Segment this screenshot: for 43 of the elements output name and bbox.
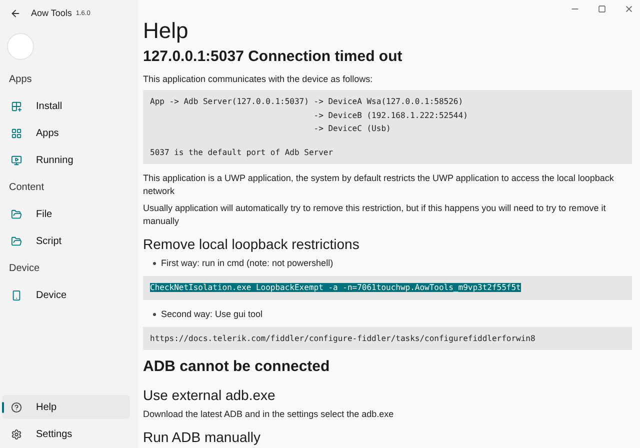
grid-plus-icon (11, 100, 22, 112)
help-icon (11, 402, 22, 412)
close-icon[interactable] (624, 4, 634, 14)
paragraph: This application communicates with the device as follows: (143, 73, 374, 86)
subsection-heading: Use external adb.exe (143, 387, 276, 403)
nav-item[interactable]: File (2, 202, 130, 226)
settings-icon (11, 428, 22, 440)
code-line: -> DeviceC (Usb) (312, 124, 391, 133)
nav-section-header: Apps (8, 73, 33, 87)
subsection-heading: Remove local loopback restrictions (143, 236, 360, 252)
subsection-heading: Run ADB manually (143, 429, 262, 445)
code-line: App -> Adb Server(127.0.0.1:5037) -> DeviceA Wsa(127.0.0.1:58526) (150, 97, 464, 106)
folder-icon (11, 236, 22, 246)
grid-icon (11, 128, 22, 138)
bullet-text: First way: run in cmd (note: not powershell) (161, 257, 334, 270)
code-line: 5037 is the default port of Adb Server (150, 148, 334, 156)
selection-indicator (2, 402, 4, 413)
code-line: -> DeviceB (192.168.1.222:52544) (312, 110, 468, 120)
bullet-text: Second way: Use gui tool (161, 308, 263, 320)
paragraph: Download the latest ADB and in the settings select the adb.exe (143, 408, 395, 421)
nav-item[interactable]: Device (2, 283, 130, 307)
nav-item[interactable]: Help (2, 395, 130, 419)
back-icon[interactable] (10, 8, 21, 18)
code-line: https://docs.telerik.com/fiddler/configure-fiddler/tasks/configurefiddlerforwin8 (150, 334, 536, 342)
paragraph: Usually application will automatically try to remove this restriction, but if this happens you will need to try to remove it manually (143, 202, 607, 228)
folder-icon (11, 208, 22, 220)
nav-section-header: Device (8, 262, 41, 276)
nav-item[interactable]: Install (2, 94, 130, 118)
maximize-icon[interactable] (598, 5, 606, 13)
nav-item[interactable]: Apps (2, 121, 130, 145)
nav-item[interactable]: Running (2, 148, 130, 172)
section-heading: 127.0.0.1:5037 Connection timed out (143, 48, 404, 65)
section-heading: ADB cannot be connected (143, 358, 331, 375)
nav-item[interactable]: Script (2, 229, 130, 253)
phone-icon (11, 290, 22, 300)
bullet-icon (153, 312, 156, 316)
paragraph: This application is a UWP application, the system by default restricts the UWP application to access the local loopback network (143, 172, 615, 198)
nav-section-header: Content (8, 181, 46, 195)
page-title: Help (143, 18, 190, 44)
nav-item[interactable]: Settings (2, 422, 130, 446)
bullet-icon (153, 262, 156, 265)
monitor-icon (11, 154, 22, 166)
app-title: Aow Tools (31, 8, 72, 18)
